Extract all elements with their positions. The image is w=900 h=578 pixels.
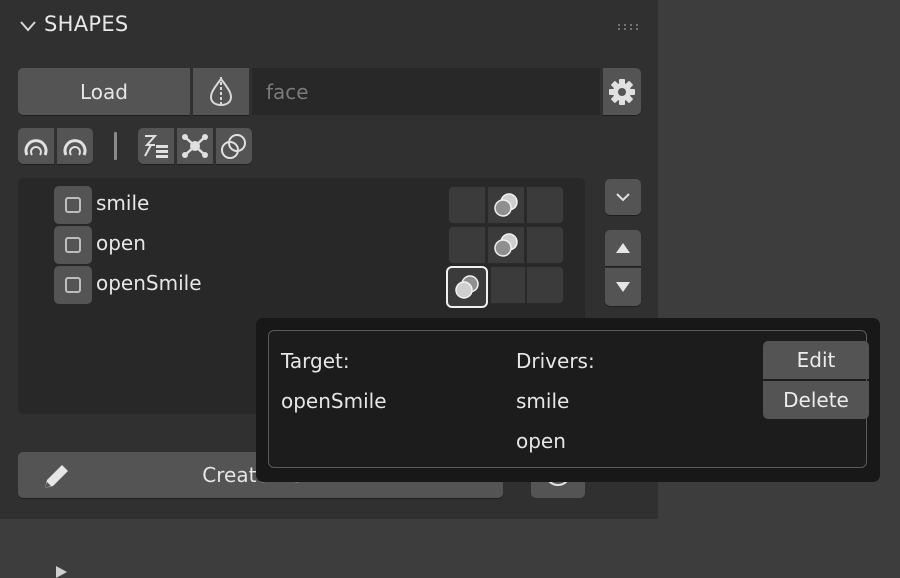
load-button[interactable]: Load	[18, 68, 190, 115]
driver-item: open	[516, 429, 566, 453]
shape-cell[interactable]	[526, 186, 564, 224]
shape-name-field[interactable]: face	[252, 68, 600, 115]
target-value: openSmile	[281, 389, 387, 413]
node-tool-button[interactable]	[177, 128, 213, 164]
gear-icon	[609, 78, 635, 105]
shape-info-popup: Target: openSmile Drivers: smile open Ed…	[256, 318, 880, 482]
chevron-down-icon	[616, 193, 630, 202]
shape-label: open	[96, 231, 146, 255]
overlap-circles-icon	[494, 193, 518, 217]
shape-cells-row	[448, 186, 566, 224]
arc-left-button[interactable]	[18, 128, 54, 164]
chevron-down-icon[interactable]	[18, 16, 38, 36]
arc-right-button[interactable]	[57, 128, 93, 164]
symmetry-icon	[209, 76, 233, 107]
shape-checkbox[interactable]	[54, 186, 92, 224]
shape-cell[interactable]	[526, 226, 564, 264]
expand-triangle-icon[interactable]	[56, 566, 67, 578]
shape-cell[interactable]	[526, 266, 564, 304]
shape-cells-row	[446, 266, 564, 308]
settings-button[interactable]	[603, 68, 641, 115]
shape-checkbox[interactable]	[54, 226, 92, 264]
panel-title[interactable]: SHAPES	[44, 12, 129, 36]
drivers-header: Drivers:	[516, 349, 595, 373]
combo-tool-button[interactable]	[216, 128, 252, 164]
triangle-down-icon	[616, 282, 630, 292]
shape-checkbox[interactable]	[54, 266, 92, 304]
move-up-button[interactable]	[605, 230, 641, 266]
dropdown-button[interactable]	[605, 179, 641, 215]
shape-cell[interactable]	[448, 186, 486, 224]
triangle-up-icon	[616, 243, 630, 253]
move-down-button[interactable]	[605, 268, 641, 306]
popup-content: Target: openSmile Drivers: smile open Ed…	[268, 330, 869, 468]
shape-cell[interactable]	[490, 266, 526, 304]
delete-button[interactable]: Delete	[763, 381, 869, 419]
symmetry-button[interactable]	[193, 68, 249, 115]
shape-cell[interactable]	[487, 226, 525, 264]
driver-list-icon	[144, 135, 168, 158]
driver-item: smile	[516, 389, 570, 413]
arc-icon	[63, 139, 87, 156]
toolbar-separator	[114, 132, 117, 160]
target-header: Target:	[281, 349, 350, 373]
overlap-circles-icon	[455, 275, 479, 299]
node-graph-icon	[182, 134, 208, 158]
shape-cell-selected[interactable]	[446, 266, 488, 308]
shape-cells-row	[448, 226, 566, 264]
driver-tool-button[interactable]	[138, 128, 174, 164]
shape-cell[interactable]	[448, 226, 486, 264]
shape-label: openSmile	[96, 271, 202, 295]
arc-icon	[24, 139, 48, 156]
overlap-circles-icon	[221, 134, 246, 159]
overlap-circles-icon	[494, 233, 518, 257]
shape-cell[interactable]	[487, 186, 525, 224]
shape-label: smile	[96, 191, 150, 215]
drag-grip-icon[interactable]	[617, 23, 641, 31]
edit-button[interactable]: Edit	[763, 341, 869, 379]
